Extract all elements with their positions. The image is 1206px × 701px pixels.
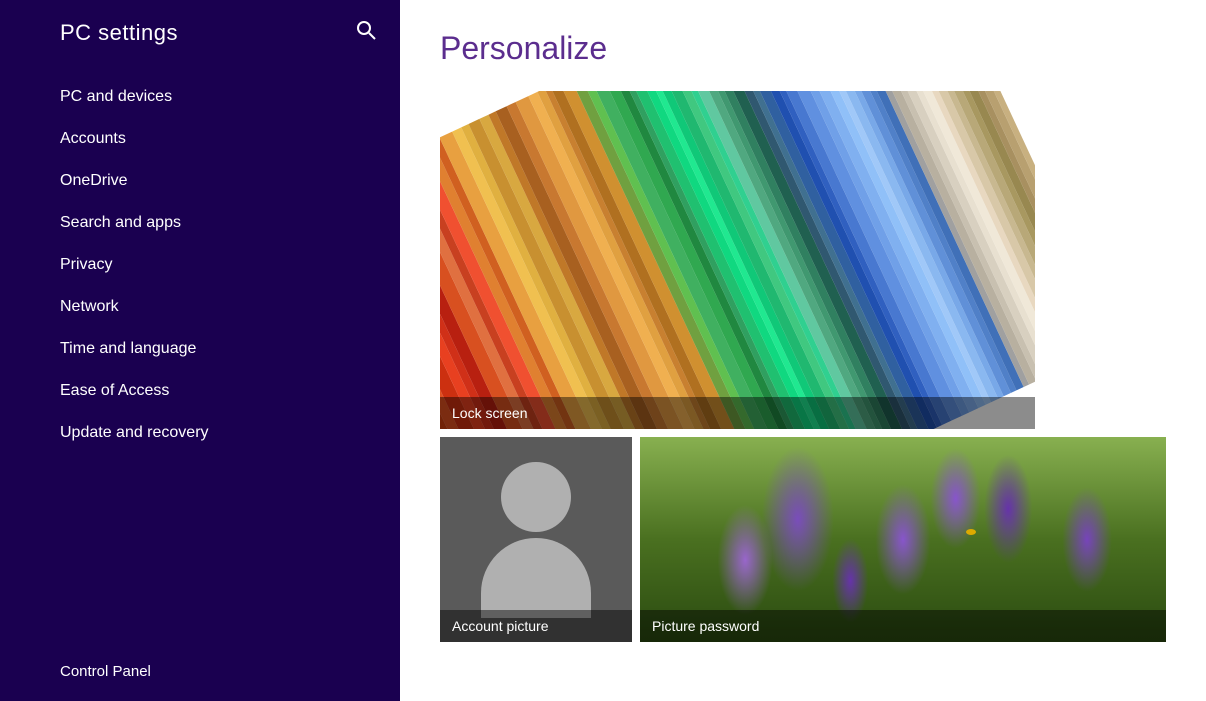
account-picture-label: Account picture	[440, 610, 632, 642]
main-content: Personalize Lock screen Account picture …	[400, 0, 1206, 701]
control-panel-link[interactable]: Control Panel	[60, 663, 151, 680]
sidebar: PC settings PC and devicesAccountsOneDri…	[0, 0, 400, 701]
person-body	[481, 538, 591, 618]
sidebar-bottom: Control Panel	[60, 663, 151, 681]
sidebar-header: PC settings	[0, 0, 400, 56]
sidebar-item-search-and-apps[interactable]: Search and apps	[0, 202, 400, 244]
sidebar-item-privacy[interactable]: Privacy	[0, 244, 400, 286]
sidebar-item-time-and-language[interactable]: Time and language	[0, 328, 400, 370]
sidebar-item-ease-of-access[interactable]: Ease of Access	[0, 370, 400, 412]
search-button[interactable]	[356, 20, 376, 46]
sidebar-item-network[interactable]: Network	[0, 286, 400, 328]
lock-screen-label: Lock screen	[440, 397, 1035, 429]
sidebar-item-pc-and-devices[interactable]: PC and devices	[0, 76, 400, 118]
person-icon	[481, 462, 591, 618]
person-head	[501, 462, 571, 532]
picture-password-tile[interactable]: Picture password	[640, 437, 1166, 642]
sidebar-title: PC settings	[60, 20, 178, 46]
tiles-container: Lock screen Account picture Picture pass…	[440, 91, 1166, 642]
sidebar-item-accounts[interactable]: Accounts	[0, 118, 400, 160]
sidebar-nav: PC and devicesAccountsOneDriveSearch and…	[0, 76, 400, 454]
account-picture-tile[interactable]: Account picture	[440, 437, 632, 642]
bottom-tiles: Account picture Picture password	[440, 437, 1166, 642]
page-title: Personalize	[440, 30, 1166, 67]
sidebar-item-onedrive[interactable]: OneDrive	[0, 160, 400, 202]
picture-password-label: Picture password	[640, 610, 1166, 642]
lock-screen-tile[interactable]: Lock screen	[440, 91, 1035, 429]
sidebar-item-update-and-recovery[interactable]: Update and recovery	[0, 412, 400, 454]
